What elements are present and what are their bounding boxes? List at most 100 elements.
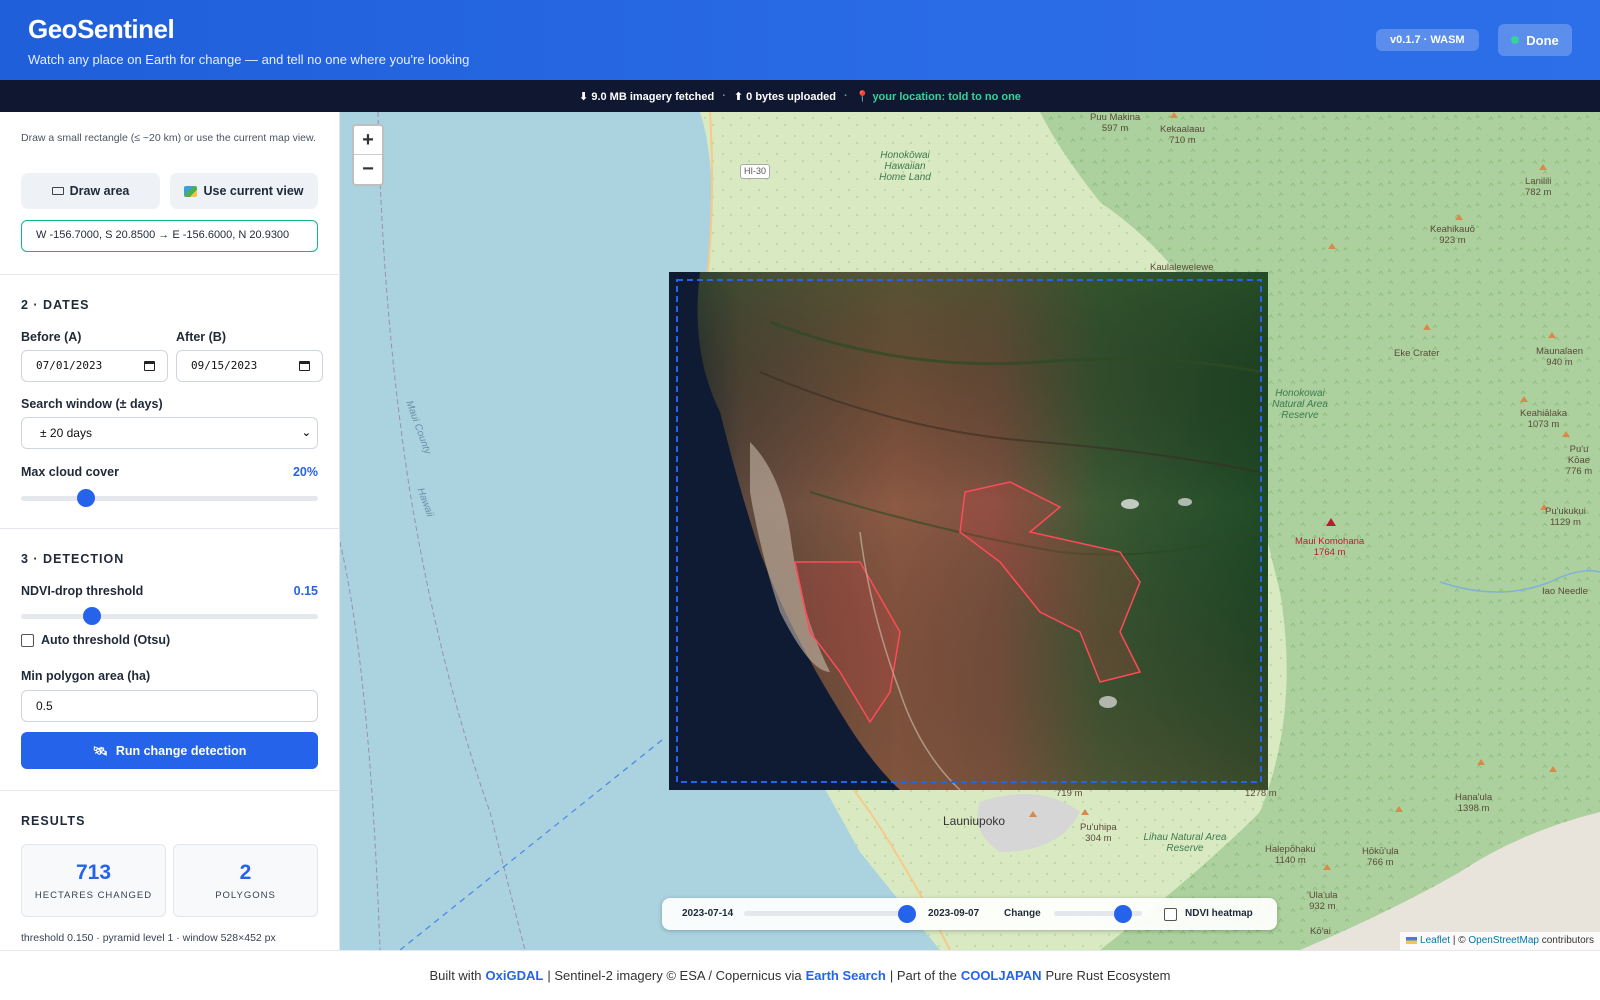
- label-elevation: 923 m: [1439, 235, 1466, 246]
- map-label-kekaalaau: Kekaalaau 710 m: [1160, 124, 1205, 146]
- label-elevation: 304 m: [1085, 833, 1112, 844]
- label-name: Hōkū'ula: [1362, 846, 1399, 857]
- map-label-koai: Kō'ai: [1310, 926, 1331, 937]
- draw-area-label: Draw area: [69, 184, 130, 198]
- ndvi-threshold-slider-track[interactable]: [21, 614, 318, 619]
- timeline-date-a: 2023-07-14: [682, 908, 734, 919]
- label-name: Kekaalaau: [1160, 124, 1205, 135]
- timeline-slider-track[interactable]: [744, 911, 916, 916]
- map-label-puu-makina: Puu Makina 597 m: [1090, 112, 1140, 134]
- map-label-iao-needle: Iao Needle: [1542, 586, 1588, 597]
- status-separator: ·: [722, 90, 726, 102]
- map-label-maunalaen: Maunalaen 940 m: [1536, 346, 1583, 368]
- hectares-stat-card: 713 HECTARES CHANGED: [21, 844, 166, 917]
- footer-ecosystem: Pure Rust Ecosystem: [1045, 968, 1171, 983]
- earth-search-link[interactable]: Earth Search: [806, 968, 886, 983]
- after-date-label: After (B): [176, 330, 226, 344]
- map-view[interactable]: Puu Makina 597 m Kekaalaau 710 m Lanilili 7…: [340, 112, 1600, 950]
- search-window-select[interactable]: ± 20 days ⌄: [21, 417, 318, 449]
- map-label-honokowai-home-land: Honokōwai Hawaiian Home Land: [879, 150, 931, 183]
- map-label-puukoae: Pu'u Kōae 776 m: [1558, 444, 1600, 477]
- osm-link[interactable]: OpenStreetMap: [1468, 935, 1539, 946]
- attribution-suffix: contributors: [1541, 935, 1594, 946]
- label-elevation: 766 m: [1367, 857, 1394, 868]
- map-label-hi30: HI-30: [740, 164, 771, 179]
- label-name: Keahiālaka: [1520, 408, 1568, 419]
- section-divider: [0, 790, 339, 791]
- before-date-value: 07/01/2023: [36, 359, 103, 372]
- ndvi-threshold-label: NDVI-drop threshold: [21, 584, 144, 598]
- cloud-cover-label: Max cloud cover: [21, 465, 119, 479]
- app-title: GeoSentinel: [28, 14, 175, 44]
- change-opacity-slider-thumb[interactable]: [1113, 905, 1132, 923]
- label-name: Keahikauō: [1430, 224, 1475, 235]
- label-elevation: 1398 m: [1457, 803, 1490, 814]
- hectares-label: HECTARES CHANGED: [34, 890, 153, 901]
- map-label-maui-komohana: Maui Komohana 1764 m: [1295, 536, 1364, 558]
- ndvi-threshold-slider-thumb[interactable]: [83, 607, 102, 625]
- map-label-puukukui: Pu'ukukui 1129 m: [1545, 506, 1586, 528]
- fetched-status: ⬇ 9.0 MB imagery fetched: [579, 90, 715, 103]
- min-area-input[interactable]: 0.5: [21, 690, 318, 722]
- dates-section-title: 2 · DATES: [21, 298, 90, 312]
- map-label-hanaula: Hana'ula 1398 m: [1455, 792, 1492, 814]
- auto-threshold-label: Auto threshold (Otsu): [41, 633, 171, 647]
- zoom-in-button[interactable]: +: [354, 126, 382, 155]
- label-name: Pu'uhipa: [1080, 822, 1117, 833]
- label-name: Pu'u Kōae: [1567, 444, 1591, 466]
- done-button[interactable]: Done: [1498, 24, 1572, 56]
- results-section-title: RESULTS: [21, 814, 86, 828]
- label-elevation: 1073 m: [1527, 419, 1560, 430]
- map-label-elev-719: 719 m: [1056, 788, 1083, 799]
- label-name: Puu Makina: [1090, 112, 1141, 123]
- rectangle-icon: [51, 187, 64, 195]
- oxigdal-link[interactable]: OxiGDAL: [486, 968, 544, 983]
- timeline-slider-thumb[interactable]: [898, 905, 917, 923]
- label-elevation: 776 m: [1565, 466, 1593, 477]
- use-current-view-label: Use current view: [203, 184, 304, 198]
- section-divider: [0, 274, 339, 275]
- after-date-input[interactable]: 09/15/2023: [176, 350, 323, 382]
- draw-area-button[interactable]: Draw area: [21, 173, 160, 209]
- label-name: Maui Komohana: [1295, 536, 1365, 547]
- satellite-icon: 🛰: [92, 743, 108, 758]
- min-area-label: Min polygon area (ha): [21, 669, 151, 683]
- polygons-label: POLYGONS: [215, 890, 276, 901]
- zoom-control: + −: [352, 124, 384, 186]
- map-label-halepohaku: Halepōhaku 1140 m: [1265, 844, 1316, 866]
- ndvi-heatmap-label: NDVI heatmap: [1185, 908, 1253, 919]
- label-name: Hana'ula: [1455, 792, 1493, 803]
- search-window-label: Search window (± days): [21, 397, 163, 411]
- result-metadata: threshold 0.150 · pyramid level 1 · wind…: [21, 932, 276, 944]
- calendar-icon[interactable]: [299, 361, 310, 371]
- satellite-image-overlay: [669, 272, 1268, 791]
- attribution-separator: | ©: [1452, 935, 1466, 946]
- done-label: Done: [1526, 32, 1559, 48]
- hectares-value: 713: [75, 861, 112, 884]
- label-elevation: 597 m: [1101, 123, 1129, 134]
- before-date-input[interactable]: 07/01/2023: [21, 350, 168, 382]
- ndvi-heatmap-checkbox[interactable]: [1164, 908, 1177, 921]
- bbox-field[interactable]: W -156.7000, S 20.8500 → E -156.6000, N …: [21, 220, 318, 252]
- run-change-detection-button[interactable]: 🛰 Run change detection: [21, 732, 318, 769]
- detection-section-title: 3 · DETECTION: [21, 552, 125, 566]
- label-elevation: 932 m: [1309, 901, 1336, 912]
- leaflet-link[interactable]: Leaflet: [1420, 935, 1450, 946]
- section-divider: [0, 528, 339, 529]
- calendar-icon[interactable]: [144, 361, 155, 371]
- cooljapan-link[interactable]: COOLJAPAN: [961, 968, 1042, 983]
- map-attribution: Leaflet | © OpenStreetMap contributors: [1400, 932, 1600, 950]
- zoom-out-button[interactable]: −: [354, 155, 382, 184]
- label-name: Halepōhaku: [1265, 844, 1316, 855]
- cloud-cover-slider-thumb[interactable]: [77, 489, 96, 507]
- label-name: Maunalaen: [1536, 346, 1584, 357]
- chevron-down-icon: ⌄: [301, 427, 311, 439]
- before-date-label: Before (A): [21, 330, 82, 344]
- ndvi-threshold-value: 0.15: [293, 584, 318, 598]
- auto-threshold-checkbox[interactable]: [21, 634, 34, 647]
- use-current-view-button[interactable]: Use current view: [170, 173, 318, 209]
- cloud-cover-slider-track[interactable]: [21, 496, 318, 501]
- map-label-lanilili: Lanilili 782 m: [1525, 176, 1551, 198]
- label-elevation: 1140 m: [1274, 855, 1306, 866]
- app-header: GeoSentinel Watch any place on Earth for…: [0, 0, 1600, 80]
